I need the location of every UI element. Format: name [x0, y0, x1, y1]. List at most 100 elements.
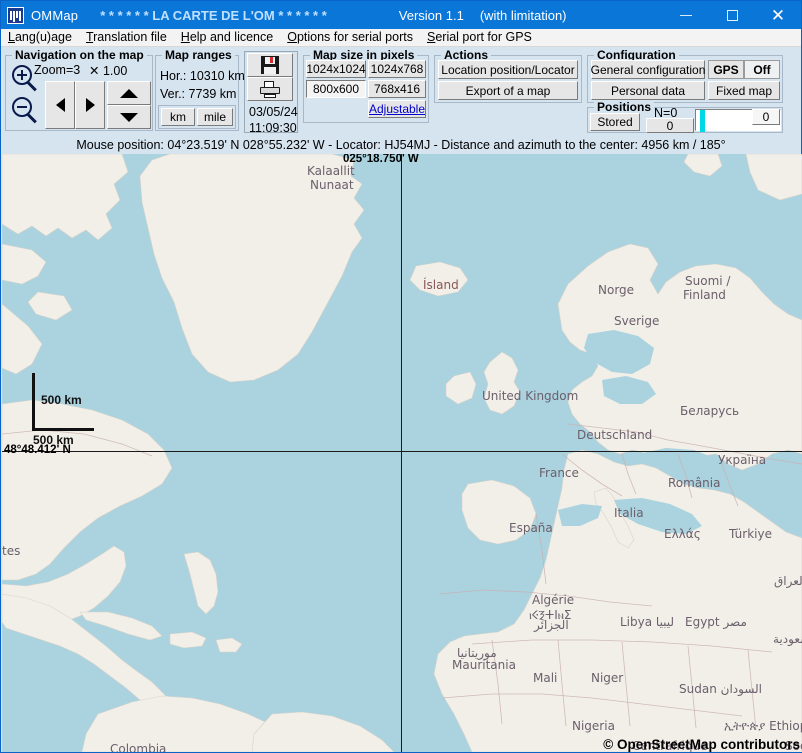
export-map-label: Export of a map — [465, 83, 551, 98]
map-place-label: Niger — [591, 671, 624, 685]
fixed-map-button[interactable]: Fixed map — [708, 81, 780, 100]
osm-attribution: © OpenStreetMap contributors — [603, 737, 800, 752]
maximize-icon — [726, 9, 738, 21]
positions-counter-button[interactable]: 0 — [646, 118, 694, 133]
save-map-button[interactable] — [247, 53, 293, 77]
personal-data-button[interactable]: Personal data — [591, 81, 705, 100]
map-place-label: الجزائر — [534, 618, 569, 632]
zoom-in-icon — [12, 65, 39, 92]
maximize-button[interactable] — [709, 1, 755, 29]
ommap-window: OMMap * * * * * * LA CARTE DE L'OM * * *… — [0, 0, 802, 753]
unit-km-button[interactable]: km — [161, 108, 195, 126]
zoom-level-label: Zoom=3 — [34, 63, 81, 77]
menu-item-language[interactable]: Lang(u)age — [1, 29, 79, 46]
unit-km-label: km — [170, 110, 186, 124]
positions-slider-thumb[interactable] — [700, 110, 705, 132]
map-place-label: Algérie — [532, 593, 575, 607]
crosshair-horizontal — [2, 451, 802, 452]
menu-item-help-and-licence[interactable]: Help and licence — [174, 29, 280, 46]
map-place-label: Libya ليبيا — [620, 615, 675, 629]
ommap-logo-icon — [7, 6, 24, 24]
map-size-adjustable-button[interactable]: Adjustable — [368, 100, 426, 118]
map-size-768x416-label: 768x416 — [373, 82, 421, 96]
title-bar: OMMap * * * * * * LA CARTE DE L'OM * * *… — [1, 1, 801, 29]
gps-state-label: Off — [753, 62, 771, 77]
close-button[interactable]: ✕ — [755, 1, 801, 29]
menu-bar: Lang(u)age Translation file Help and lic… — [1, 29, 801, 47]
arrow-down-icon — [120, 112, 138, 122]
fixed-map-label: Fixed map — [715, 83, 773, 98]
zoom-scale-label: ✕ 1.00 — [89, 64, 128, 78]
map-place-label: Deutschland — [577, 428, 653, 442]
scale-vertical-label: 500 km — [41, 393, 82, 407]
unit-mile-label: mile — [203, 110, 226, 124]
export-map-button[interactable]: Export of a map — [438, 81, 578, 100]
pan-right-button[interactable] — [75, 81, 105, 129]
print-map-button[interactable] — [247, 77, 293, 101]
general-configuration-label: General configuration — [590, 62, 706, 77]
minimize-button[interactable] — [663, 1, 709, 29]
pan-left-button[interactable] — [45, 81, 75, 129]
map-size-1024x1024-label: 1024x1024 — [306, 62, 366, 76]
menu-item-label: ptions for serial ports — [296, 30, 413, 44]
unit-mile-button[interactable]: mile — [197, 108, 233, 126]
crosshair-vertical — [401, 154, 402, 752]
current-date: 03/05/24 — [249, 105, 298, 119]
navigation-group-label: Navigation on the map — [12, 48, 147, 62]
printer-icon — [260, 80, 280, 98]
map-place-label: Ísland — [423, 278, 459, 292]
menu-item-serial-port-gps[interactable]: Serial port for GPS — [420, 29, 539, 46]
zoom-out-button[interactable] — [10, 95, 39, 124]
map-place-label: Nigeria — [572, 719, 615, 733]
map-place-label: tes — [2, 544, 21, 558]
mouse-position-status: Mouse position: 04°23.519' N 028°55.232'… — [76, 138, 726, 152]
map-place-label: Colombia — [110, 742, 167, 752]
map-size-adjustable-label: Adjustable — [368, 102, 426, 116]
status-bar: Mouse position: 04°23.519' N 028°55.232'… — [1, 136, 801, 154]
zoom-out-icon — [12, 97, 39, 124]
menu-item-options-serial-ports[interactable]: Options for serial ports — [280, 29, 420, 46]
positions-index-box[interactable]: 0 — [752, 109, 780, 125]
close-icon: ✕ — [770, 5, 786, 25]
map-place-label: Mauritania — [452, 658, 516, 672]
gps-label: GPS — [713, 62, 739, 77]
arrow-up-icon — [120, 88, 138, 98]
map-place-label: Egypt مصر — [685, 615, 747, 629]
scale-horizontal-label: 500 km — [33, 433, 74, 447]
map-place-label: United Kingdom — [482, 389, 579, 403]
menu-accelerator: L — [8, 30, 15, 44]
arrow-left-icon — [55, 98, 65, 112]
map-ranges-group-label: Map ranges — [162, 48, 235, 62]
map-place-label: Sudan السودان — [679, 682, 763, 696]
map-place-label: العراق — [774, 574, 802, 588]
map-place-label: Italia — [614, 506, 644, 520]
zoom-in-button[interactable] — [10, 63, 39, 92]
map-size-1024x1024-button[interactable]: 1024x1024 — [306, 60, 366, 78]
map-place-label: Беларусь — [680, 404, 740, 418]
menu-accelerator: H — [180, 30, 190, 44]
location-position-locator-button[interactable]: Location position/Locator — [438, 60, 578, 79]
menu-item-translation-file[interactable]: Translation file — [79, 29, 174, 46]
map-canvas[interactable]: 025°18.750' W 48°48.412' N 500 km 500 km… — [2, 154, 802, 752]
pan-up-button[interactable] — [107, 81, 151, 105]
current-time: 11:09:30 — [249, 121, 297, 135]
map-place-label: România — [668, 476, 721, 490]
map-size-800x600-button[interactable]: 800x600 — [306, 80, 366, 98]
map-size-1024x768-label: 1024x768 — [370, 62, 424, 76]
map-place-label: Nunaat — [310, 178, 354, 192]
pan-down-button[interactable] — [107, 105, 151, 129]
map-place-label: Norge — [598, 283, 635, 297]
map-size-1024x768-button[interactable]: 1024x768 — [368, 60, 426, 78]
gps-state-button[interactable]: Off — [744, 60, 780, 79]
menu-accelerator: O — [287, 30, 297, 44]
map-range-vertical: Ver.: 7739 km — [160, 87, 237, 101]
positions-stored-button[interactable]: Stored — [590, 113, 640, 131]
map-place-label: Ελλάς — [664, 527, 701, 541]
map-size-768x416-button[interactable]: 768x416 — [368, 80, 426, 98]
positions-counter-value: 0 — [666, 118, 674, 133]
personal-data-label: Personal data — [610, 83, 686, 98]
app-title: OMMap — [31, 7, 79, 23]
general-configuration-button[interactable]: General configuration — [591, 60, 705, 79]
map-place-label: Mali — [533, 671, 558, 685]
map-place-label: Suomi / — [685, 274, 731, 288]
